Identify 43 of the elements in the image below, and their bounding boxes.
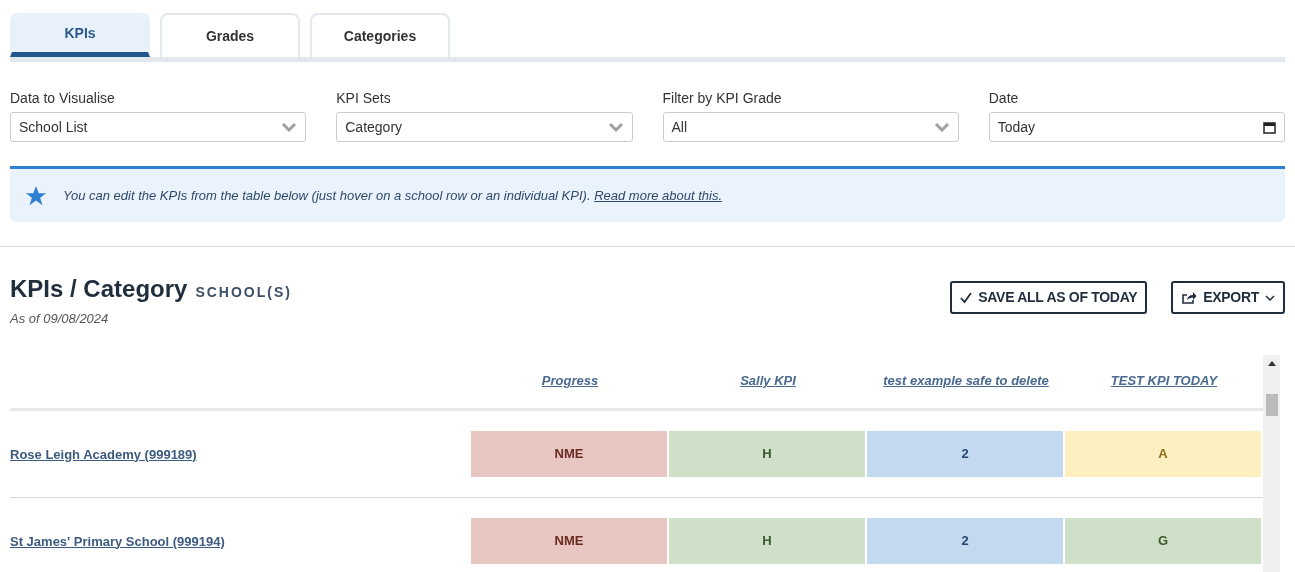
chevron-down-icon bbox=[933, 122, 950, 132]
tab[interactable]: Categories bbox=[310, 13, 450, 57]
column-header-link[interactable]: Sally KPI bbox=[740, 371, 796, 391]
school-link[interactable]: St James' Primary School (999194) bbox=[10, 533, 225, 549]
check-icon bbox=[960, 291, 973, 304]
chevron-down-icon bbox=[281, 122, 298, 132]
info-text: You can edit the KPIs from the table below (just hover on a school row or an individual KPI). Read more about this. bbox=[63, 186, 723, 205]
export-button[interactable]: EXPORT bbox=[1171, 281, 1285, 314]
tab[interactable]: Grades bbox=[160, 13, 300, 57]
dropdown[interactable]: Category bbox=[336, 112, 633, 142]
dropdown[interactable]: All bbox=[662, 112, 959, 142]
page-title: KPIs / Category bbox=[10, 274, 188, 304]
tab[interactable]: KPIs bbox=[10, 13, 150, 57]
scroll-thumb[interactable] bbox=[1265, 393, 1278, 416]
column-header-link[interactable]: test example safe to delete bbox=[883, 371, 1049, 391]
read-more-link[interactable]: Read more about this. bbox=[594, 187, 723, 203]
date-field[interactable]: Today bbox=[988, 112, 1285, 142]
field-label: Date bbox=[988, 89, 1020, 108]
grade-cell[interactable]: A bbox=[1065, 430, 1261, 477]
calendar-icon bbox=[1263, 120, 1276, 134]
grade-cell[interactable]: G bbox=[1065, 517, 1261, 564]
as-of-date: As of 09/08/2024 bbox=[10, 310, 110, 328]
field-label: Data to Visualise bbox=[10, 89, 116, 108]
grade-cell[interactable]: H bbox=[669, 430, 865, 477]
column-header-link[interactable]: Progress bbox=[541, 371, 599, 391]
dropdown[interactable]: School List bbox=[10, 112, 307, 142]
field-label: KPI Sets bbox=[336, 89, 392, 108]
chevron-down-icon bbox=[607, 122, 624, 132]
grade-cell[interactable]: NME bbox=[471, 517, 667, 564]
caret-icon bbox=[1265, 294, 1275, 301]
school-link[interactable]: Rose Leigh Academy (999189) bbox=[10, 446, 197, 462]
scrollbar[interactable] bbox=[1263, 354, 1280, 572]
share-icon bbox=[1181, 290, 1198, 305]
star-icon bbox=[25, 184, 47, 207]
save-button[interactable]: SAVE ALL AS OF TODAY bbox=[950, 281, 1148, 314]
grade-cell[interactable]: 2 bbox=[867, 430, 1063, 477]
column-header-link[interactable]: TEST KPI TODAY bbox=[1110, 371, 1218, 391]
scroll-up-icon bbox=[1267, 360, 1276, 366]
grade-cell[interactable]: H bbox=[669, 517, 865, 564]
field-label: Filter by KPI Grade bbox=[662, 89, 783, 108]
grade-cell[interactable]: NME bbox=[471, 430, 667, 477]
page-subtitle: SCHOOL(S) bbox=[195, 283, 292, 302]
grade-cell[interactable]: 2 bbox=[867, 517, 1063, 564]
